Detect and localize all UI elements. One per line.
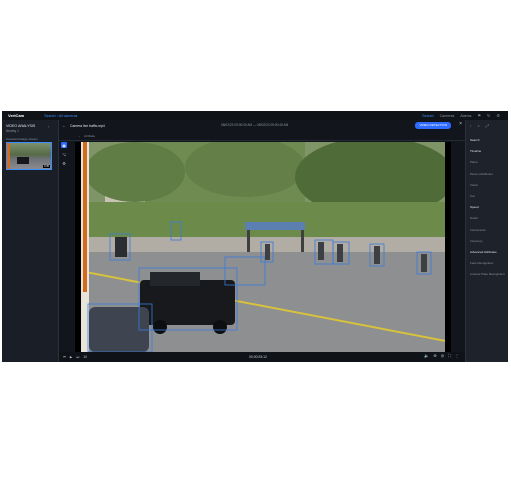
expand-icon[interactable]: ⤢ bbox=[486, 123, 489, 128]
camera-thumbnail[interactable]: 0:45 bbox=[6, 142, 52, 170]
list-item[interactable]: Speed bbox=[470, 202, 505, 213]
fullscreen-icon[interactable]: ⛶ bbox=[448, 353, 451, 358]
snapshot-icon[interactable]: ◎ bbox=[441, 353, 445, 358]
list-item[interactable]: Inventory bbox=[470, 236, 505, 247]
app-logo: VertCam bbox=[8, 113, 25, 118]
zoom-icon[interactable]: ⊕ bbox=[433, 353, 436, 358]
video-detection-button[interactable]: VIDEO DETECTION bbox=[415, 122, 451, 129]
right-panel: ‹ × ⤢ Search Timeline Place Person Attri… bbox=[465, 120, 508, 362]
connect-icon[interactable]: ⌥ bbox=[61, 151, 67, 157]
nav-search[interactable]: Search bbox=[422, 114, 433, 118]
speed-selector[interactable]: 1X bbox=[83, 355, 87, 359]
chevron-left-icon[interactable]: ‹ bbox=[470, 123, 471, 128]
camera-label: Camera footage stream bbox=[6, 137, 38, 141]
more-icon[interactable]: ⋮ bbox=[455, 353, 459, 358]
back-arrow-icon[interactable]: ← bbox=[62, 123, 66, 128]
close-icon[interactable]: × bbox=[459, 121, 462, 127]
list-item[interactable]: Car bbox=[470, 191, 505, 202]
play-icon[interactable]: ▶ bbox=[70, 355, 72, 359]
flag-icon[interactable]: ⚑ bbox=[477, 113, 481, 118]
list-item[interactable]: Detail bbox=[470, 213, 505, 224]
playback-controls: ⏮ ▶ ⏭ 1X 00:00:25:12 🔈 ⊕ ◎ ⛶ ⋮ bbox=[59, 352, 465, 362]
player-tools: 🔈 ⊕ ◎ ⛶ ⋮ bbox=[424, 353, 459, 358]
skip-forward-icon[interactable]: ⏭ bbox=[76, 355, 79, 359]
breadcrumb[interactable]: Search › All cameras bbox=[44, 114, 77, 118]
refresh-icon[interactable]: ↻ bbox=[487, 113, 490, 118]
list-item[interactable]: Search bbox=[470, 135, 505, 146]
tool-column: ◉ ⌥ ⚙ bbox=[59, 140, 68, 340]
volume-icon[interactable]: 🔈 bbox=[424, 353, 429, 358]
list-item[interactable]: Instruments bbox=[470, 225, 505, 236]
attribute-list: Search Timeline Place Person Attributes … bbox=[470, 135, 505, 280]
sub-bar: ‹ Al Mode bbox=[59, 131, 465, 141]
file-name: Camera live traffic.mp4 bbox=[70, 123, 105, 128]
nav-cameras[interactable]: Cameras bbox=[440, 114, 455, 118]
settings-icon[interactable]: ⚙ bbox=[61, 160, 67, 166]
site-name: VIDEO ANALYSIS bbox=[6, 124, 36, 128]
video-frame[interactable] bbox=[75, 142, 451, 352]
list-item[interactable]: Advanced Attributes bbox=[470, 247, 505, 258]
thumbnail-pole bbox=[7, 143, 10, 169]
right-panel-header: ‹ × ⤢ bbox=[470, 123, 489, 128]
video-scene bbox=[75, 142, 451, 352]
list-item[interactable]: Place bbox=[470, 157, 505, 168]
close-icon[interactable]: × bbox=[477, 123, 479, 128]
chevron-left-icon[interactable]: ‹ bbox=[48, 124, 49, 129]
timecode: 00:00:25:12 bbox=[249, 355, 267, 359]
site-subtitle: Nearby 1 bbox=[6, 129, 19, 133]
main-panel: ← Camera live traffic.mp4 08/02/23 09:00… bbox=[59, 120, 465, 362]
filter-icon[interactable]: ◉ bbox=[61, 142, 67, 148]
date-range: 08/02/23 09:00:00 AM — 08/02/23 09:00:45… bbox=[221, 123, 289, 127]
thumbnail-car bbox=[17, 157, 29, 164]
settings-icon[interactable]: ⚙ bbox=[496, 113, 500, 118]
top-bar: VertCam Search › All cameras Search Came… bbox=[2, 111, 508, 120]
skip-back-icon[interactable]: ⏮ bbox=[63, 355, 66, 359]
list-item[interactable]: Person Attributes bbox=[470, 169, 505, 180]
thumbnail-duration: 0:45 bbox=[42, 165, 50, 168]
mode-selector[interactable]: Al Mode bbox=[84, 134, 95, 138]
list-item[interactable]: Vision bbox=[470, 180, 505, 191]
left-panel: VIDEO ANALYSIS Nearby 1 ‹ Camera footage… bbox=[2, 120, 59, 362]
list-item[interactable]: License Plate Recognition bbox=[470, 269, 505, 280]
list-item[interactable]: Timeline bbox=[470, 146, 505, 157]
list-item[interactable]: Face Recognition bbox=[470, 258, 505, 269]
mode-back-icon[interactable]: ‹ bbox=[79, 134, 80, 138]
top-nav: Search Cameras Alarms ⚑ ↻ ⚙ bbox=[422, 111, 500, 120]
app-window: VertCam Search › All cameras Search Came… bbox=[2, 111, 508, 362]
nav-alarms[interactable]: Alarms bbox=[460, 114, 471, 118]
